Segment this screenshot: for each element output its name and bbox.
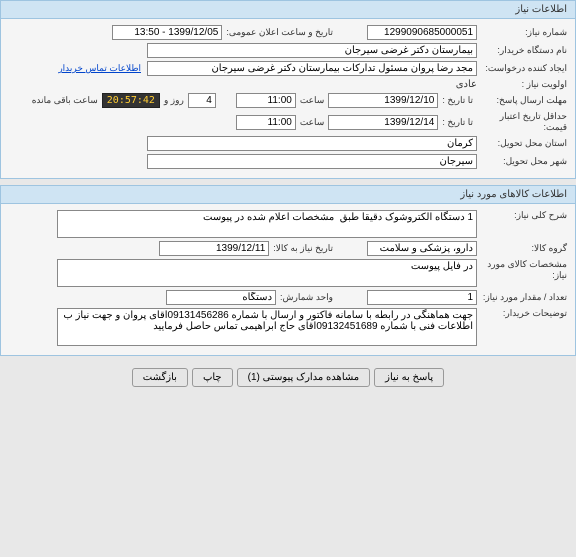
to-date-label: تا تاریخ :: [438, 95, 477, 106]
print-button[interactable]: چاپ: [192, 368, 233, 387]
deadline-time-input[interactable]: [236, 93, 296, 108]
notes-textarea[interactable]: [57, 308, 477, 346]
city-input[interactable]: [147, 154, 477, 169]
qty-label: تعداد / مقدار مورد نیاز:: [477, 292, 567, 303]
desc-textarea[interactable]: [57, 210, 477, 238]
req-no-label: شماره نیاز:: [477, 27, 567, 38]
goods-panel: اطلاعات کالاهای مورد نیاز شرح کلی نیاز: …: [0, 185, 576, 356]
day-and-label: روز و: [160, 95, 188, 106]
group-label: گروه کالا:: [477, 243, 567, 254]
desc-label: شرح کلی نیاز:: [477, 210, 567, 221]
pub-dt-input[interactable]: [112, 25, 222, 40]
buyer-org-input[interactable]: [147, 43, 477, 58]
group-input[interactable]: [367, 241, 477, 256]
need-date-label: تاریخ نیاز به کالا:: [269, 243, 337, 254]
goods-panel-header: اطلاعات کالاهای مورد نیاز: [1, 186, 575, 204]
province-label: استان محل تحویل:: [477, 138, 567, 149]
info-panel: اطلاعات نیاز شماره نیاز: تاریخ و ساعت اع…: [0, 0, 576, 179]
pub-dt-label: تاریخ و ساعت اعلان عمومی:: [222, 27, 337, 38]
days-remain-input[interactable]: [188, 93, 216, 108]
info-panel-header: اطلاعات نیاز: [1, 1, 575, 19]
need-date-input[interactable]: [159, 241, 269, 256]
countdown-timer: 20:57:42: [102, 93, 160, 108]
spec-textarea[interactable]: [57, 259, 477, 287]
time-label-1: ساعت: [296, 95, 329, 106]
time-label-2: ساعت: [296, 117, 329, 128]
back-button[interactable]: بازگشت: [132, 368, 188, 387]
req-no-input[interactable]: [367, 25, 477, 40]
min-valid-label: حداقل تاریخ اعتبار قیمت:: [477, 111, 567, 133]
attachments-button[interactable]: مشاهده مدارک پیوستی (1): [237, 368, 371, 387]
deadline-date-input[interactable]: [328, 93, 438, 108]
creator-input[interactable]: [147, 61, 477, 76]
priority-value: عادی: [456, 79, 477, 90]
contact-link[interactable]: اطلاعات تماس خریدار: [58, 63, 141, 74]
button-row: پاسخ به نیاز مشاهده مدارک پیوستی (1) چاپ…: [0, 362, 576, 393]
province-input[interactable]: [147, 136, 477, 151]
priority-label: اولویت نیاز :: [477, 79, 567, 90]
unit-input[interactable]: [166, 290, 276, 305]
notes-label: توضیحات خریدار:: [477, 308, 567, 319]
creator-label: ایجاد کننده درخواست:: [477, 63, 567, 74]
valid-date-input[interactable]: [328, 115, 438, 130]
remain-label: ساعت باقی مانده: [28, 95, 102, 106]
unit-label: واحد شمارش:: [276, 292, 337, 303]
qty-input[interactable]: [367, 290, 477, 305]
spec-label: مشخصات کالای مورد نیاز:: [477, 259, 567, 281]
valid-time-input[interactable]: [236, 115, 296, 130]
deadline-label: مهلت ارسال پاسخ:: [477, 95, 567, 106]
buyer-org-label: نام دستگاه خریدار:: [477, 45, 567, 56]
reply-button[interactable]: پاسخ به نیاز: [374, 368, 444, 387]
to-date-label-2: تا تاریخ :: [438, 117, 477, 128]
city-label: شهر محل تحویل:: [477, 156, 567, 167]
